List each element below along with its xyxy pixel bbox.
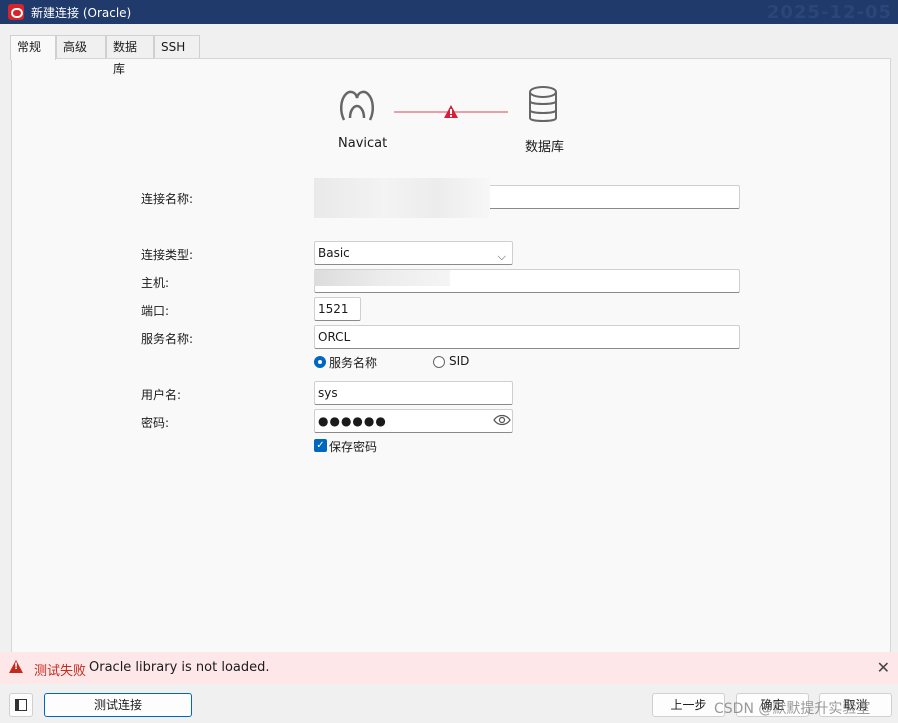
- chevron-down-icon: ⌵: [497, 250, 506, 263]
- tab-general[interactable]: 常规: [10, 35, 56, 60]
- radio-service-name-label: 服务名称: [329, 356, 378, 370]
- conn-type-label: 连接类型:: [141, 248, 194, 262]
- sidebar-toggle-button[interactable]: [9, 693, 33, 717]
- conn-type-value: Basic: [318, 246, 350, 260]
- redacted-area: [314, 270, 450, 286]
- watermark: CSDN @默默提升实验室: [714, 701, 871, 717]
- radio-sid-label: SID: [449, 354, 470, 368]
- test-fail-label: 测试失败: [34, 664, 87, 679]
- close-icon[interactable]: ✕: [877, 658, 890, 677]
- save-password-checkbox[interactable]: ✓: [314, 439, 327, 452]
- error-icon: [9, 660, 23, 673]
- service-name-label: 服务名称:: [141, 332, 194, 346]
- oracle-app-icon: [8, 4, 24, 20]
- service-name-input[interactable]: ORCL: [314, 325, 740, 349]
- port-input[interactable]: 1521: [314, 297, 361, 321]
- radio-sid[interactable]: [433, 356, 445, 368]
- test-connection-button[interactable]: 测试连接: [44, 693, 192, 717]
- radio-service-name[interactable]: [314, 356, 326, 368]
- conn-name-label: 连接名称:: [141, 192, 194, 206]
- redacted-area: [314, 178, 490, 218]
- password-label: 密码:: [141, 416, 170, 430]
- host-label: 主机:: [141, 276, 170, 290]
- title-bar: 新建连接 (Oracle) 2025-12-05: [0, 0, 898, 24]
- status-bar: 测试失败 Oracle library is not loaded. ✕: [0, 652, 898, 684]
- password-input[interactable]: ●●●●●●: [314, 409, 513, 433]
- tab-ssh[interactable]: SSH: [154, 35, 200, 58]
- window-title: 新建连接 (Oracle): [31, 6, 132, 20]
- port-label: 端口:: [141, 304, 170, 318]
- save-password-label: 保存密码: [329, 440, 378, 454]
- date-stamp: 2025-12-05: [766, 2, 892, 23]
- conn-type-select[interactable]: Basic ⌵: [314, 241, 513, 265]
- navicat-label: Navicat: [338, 136, 388, 151]
- password-value: ●●●●●●: [318, 414, 387, 428]
- tab-database[interactable]: 数据库: [106, 35, 154, 76]
- navicat-icon: [340, 90, 374, 121]
- tab-advanced[interactable]: 高级: [56, 35, 106, 58]
- username-input[interactable]: sys: [314, 381, 513, 405]
- database-label: 数据库: [525, 140, 565, 155]
- panel-toggle-icon: [15, 699, 27, 711]
- error-message: Oracle library is not loaded.: [89, 660, 270, 675]
- eye-icon[interactable]: [493, 413, 511, 427]
- connection-diagram: [340, 86, 557, 122]
- username-label: 用户名:: [141, 388, 182, 402]
- database-icon: [529, 86, 557, 122]
